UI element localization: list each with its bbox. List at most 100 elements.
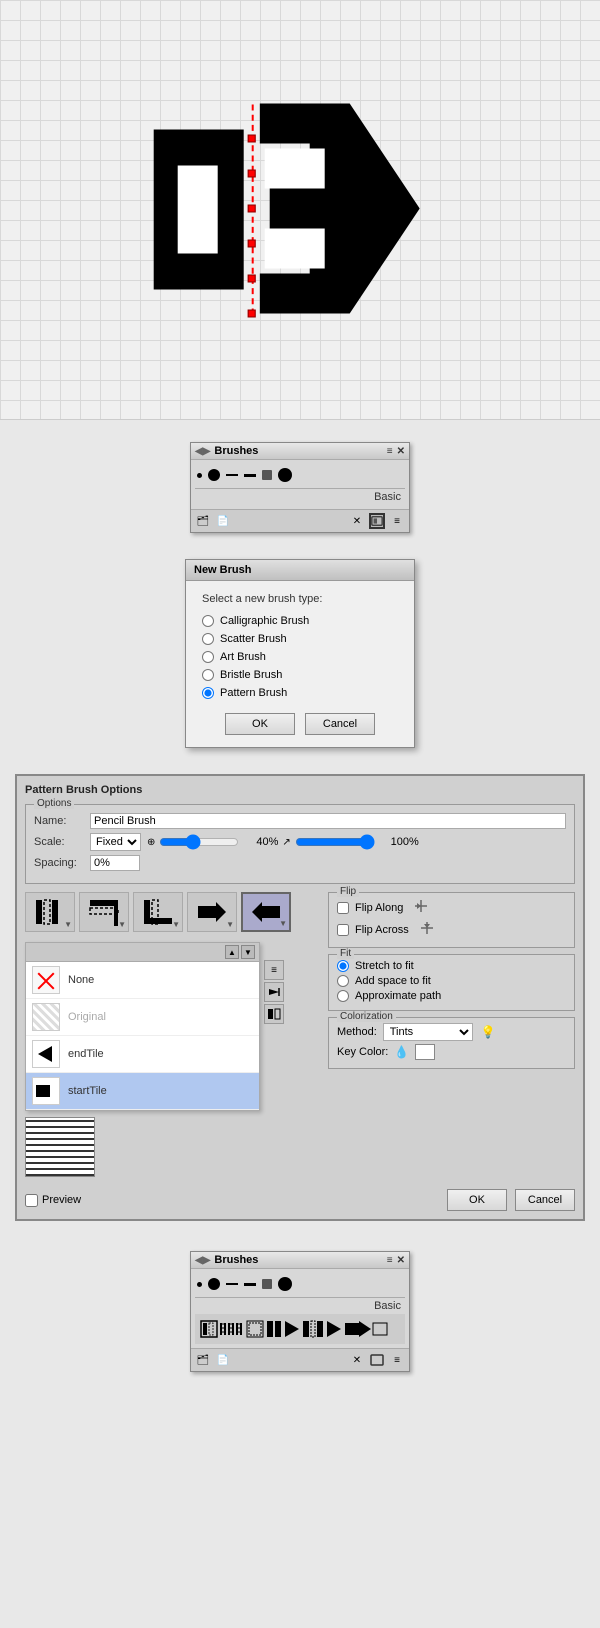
tile-side-button[interactable]: ▼ [25, 892, 75, 932]
panel-menu-icon[interactable]: ≡ [389, 513, 405, 529]
preview-label: Preview [42, 1194, 81, 1206]
libraries-icon-bottom[interactable]: 🗂 [195, 1352, 211, 1368]
new-brush-icon[interactable]: 📄 [215, 513, 231, 529]
pbo-key-color-row: Key Color: 💧 [337, 1044, 566, 1060]
tile-inner-corner-button[interactable]: ▼ [133, 892, 183, 932]
panel-menu-btn[interactable]: ≡ [387, 446, 393, 457]
tile-start-icon [196, 898, 228, 926]
tile-strip-icon-3[interactable] [264, 1004, 284, 1024]
radio-calligraphic-input[interactable] [202, 615, 214, 627]
brush-dot-sm-b[interactable] [197, 1282, 202, 1287]
dropdown-item-endtile[interactable]: endTile [26, 1036, 259, 1073]
key-color-swatch[interactable] [415, 1044, 435, 1060]
dropdown-item-none[interactable]: None [26, 962, 259, 999]
radio-pattern[interactable]: Pattern Brush [202, 687, 398, 699]
tile-buttons-row: ▼ ▼ [25, 892, 320, 932]
brush-dot-lg-b[interactable] [278, 1277, 292, 1291]
pbo-scale-icon-right: ↗ [282, 837, 290, 848]
pbo-scale-select[interactable]: Fixed [90, 833, 141, 851]
brush-pattern-preview-svg [199, 1317, 389, 1341]
brush-dash2-b[interactable] [244, 1283, 256, 1286]
panel-close-btn[interactable]: ✕ [397, 446, 405, 457]
tile-dropdown-area: ▲ ▼ None Original [25, 940, 320, 1111]
tile-side-dropdown: ▼ [64, 920, 72, 929]
panel-bottom-expand[interactable]: ◀▶ [195, 1255, 210, 1266]
brushes-content: Basic [191, 460, 409, 509]
radio-scatter[interactable]: Scatter Brush [202, 633, 398, 645]
brush-dash-b[interactable] [226, 1283, 238, 1285]
help-icon[interactable]: 💡 [481, 1025, 496, 1039]
tile-strip-icon-1[interactable]: ≡ [264, 960, 284, 980]
new-brush-dialog-buttons: OK Cancel [202, 713, 398, 735]
new-brush-ok-button[interactable]: OK [225, 713, 295, 735]
new-brush-icon-bottom[interactable]: 📄 [215, 1352, 231, 1368]
tile-outer-corner-wrapper: ▼ [79, 892, 129, 932]
tile-inner-corner-dropdown: ▼ [172, 920, 180, 929]
dropdown-item-starttile[interactable]: startTile [26, 1073, 259, 1110]
tile-end-button[interactable]: ▼ [241, 892, 291, 932]
selection-handle-5[interactable] [248, 275, 256, 283]
preview-checkbox[interactable] [25, 1194, 38, 1207]
selection-handle-6[interactable] [248, 310, 256, 318]
radio-pattern-input[interactable] [202, 687, 214, 699]
selection-line [244, 105, 260, 315]
brush-dot-medium[interactable] [208, 469, 220, 481]
flip-along-checkbox[interactable] [337, 902, 349, 914]
brush-square-b[interactable] [262, 1279, 272, 1289]
approx-radio[interactable] [337, 990, 349, 1002]
pbo-scale-slider[interactable] [159, 834, 239, 850]
new-brush-cancel-button[interactable]: Cancel [305, 713, 375, 735]
radio-calligraphic[interactable]: Calligraphic Brush [202, 615, 398, 627]
brushes-panel-bottom-header: ◀▶ Brushes ≡ ✕ [191, 1252, 409, 1269]
radio-art[interactable]: Art Brush [202, 651, 398, 663]
selection-handle-4[interactable] [248, 240, 256, 248]
brush-options-icon[interactable] [369, 513, 385, 529]
brush-dash-medium[interactable] [244, 474, 256, 477]
addspace-label: Add space to fit [355, 975, 431, 987]
brush-dot-large[interactable] [278, 468, 292, 482]
selection-handle-3[interactable] [248, 205, 256, 213]
radio-bristle[interactable]: Bristle Brush [202, 669, 398, 681]
brush-dot-md-b[interactable] [208, 1278, 220, 1290]
radio-scatter-input[interactable] [202, 633, 214, 645]
flip-across-checkbox[interactable] [337, 924, 349, 936]
eyedropper-icon[interactable]: 💧 [394, 1045, 409, 1059]
stretch-radio[interactable] [337, 960, 349, 972]
pbo-cancel-button[interactable]: Cancel [515, 1189, 575, 1211]
dropdown-item-original[interactable]: Original [26, 999, 259, 1036]
tile-side-wrapper: ▼ [25, 892, 75, 932]
pbo-name-input[interactable] [90, 813, 566, 829]
radio-bristle-input[interactable] [202, 669, 214, 681]
libraries-icon[interactable]: 🗂 [195, 513, 211, 529]
delete-brush-icon[interactable]: ✕ [349, 513, 365, 529]
brush-options-icon-bottom[interactable] [369, 1352, 385, 1368]
pbo-spacing-row: Spacing: [34, 855, 566, 871]
panel-menu-icon-bottom[interactable]: ≡ [389, 1352, 405, 1368]
brush-square[interactable] [262, 470, 272, 480]
brush-dash-thin[interactable] [226, 474, 238, 476]
dropdown-scroll-down[interactable]: ▼ [241, 945, 255, 959]
panel-bottom-menu-btn[interactable]: ≡ [387, 1255, 393, 1266]
pbo-method-select[interactable]: Tints [383, 1023, 473, 1041]
delete-brush-icon-bottom[interactable]: ✕ [349, 1352, 365, 1368]
pbo-scale-slider2[interactable] [295, 834, 375, 850]
brushes-panel-top: ◀▶ Brushes ≡ ✕ Basic 🗂 📄 ✕ [190, 442, 410, 533]
panel-expand-arrows[interactable]: ◀▶ [195, 446, 210, 457]
selection-handle-2[interactable] [248, 170, 256, 178]
selection-handle-1[interactable] [248, 135, 256, 143]
tile-side-icon [34, 898, 66, 926]
pbo-right-column: Flip Flip Along Flip Across [328, 892, 575, 1177]
brush-dot-small[interactable] [197, 473, 202, 478]
pbo-spacing-input[interactable] [90, 855, 140, 871]
addspace-radio[interactable] [337, 975, 349, 987]
tile-strip-icon-2[interactable] [264, 982, 284, 1002]
pbo-ok-button[interactable]: OK [447, 1189, 507, 1211]
new-brush-question: Select a new brush type: [202, 593, 398, 605]
panel-bottom-close-btn[interactable]: ✕ [397, 1255, 405, 1266]
radio-art-input[interactable] [202, 651, 214, 663]
dropdown-scroll-up[interactable]: ▲ [225, 945, 239, 959]
pbo-preview-check: Preview [25, 1194, 81, 1207]
tile-start-button[interactable]: ▼ [187, 892, 237, 932]
pbo-scale-icon-left: ⊕ [147, 837, 155, 848]
tile-outer-corner-button[interactable]: ▼ [79, 892, 129, 932]
